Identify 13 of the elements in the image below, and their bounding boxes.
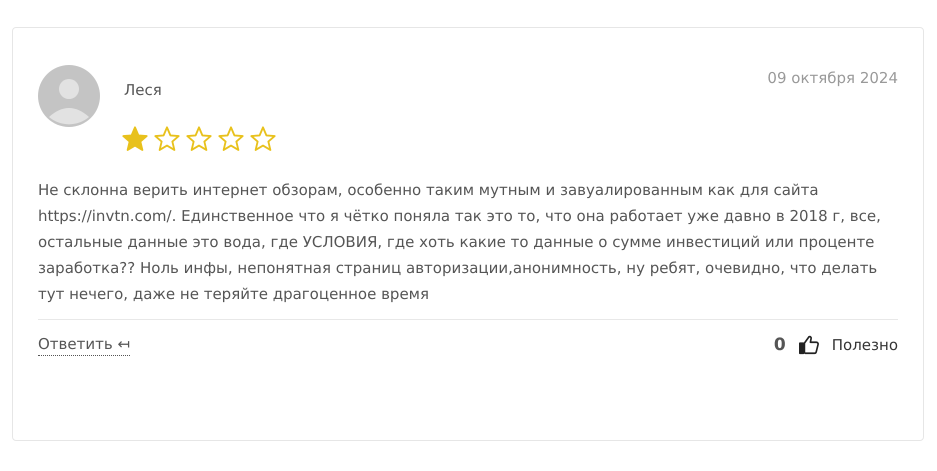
thumbs-up-icon[interactable] — [798, 334, 820, 356]
review-date: 09 октября 2024 — [767, 69, 898, 87]
reply-link[interactable]: Ответить ↤ — [38, 334, 130, 356]
star-icon — [185, 125, 213, 153]
author-name: Леся — [124, 81, 163, 99]
useful-label: Полезно — [832, 336, 898, 354]
star-icon — [153, 125, 181, 153]
like-count: 0 — [774, 335, 786, 355]
star-icon — [249, 125, 277, 153]
review-text: Не склонна верить интернет обзорам, особенно таким мутным и завуалированным как для сайта https://invtn.com/. Единственное что я чётко поняла так это то, что она работает уже давно в 2018 г, все, остальные данные это вода, где УСЛОВИЯ, где хоть какие то данные о сумме инвестиций или проценте заработка?? Ноль инфы, непонятная страниц авторизации,анонимность, ну ребят, очевидно, что делать тут нечего, даже не теряйте драгоценное время — [38, 177, 898, 320]
star-icon — [217, 125, 245, 153]
star-icon — [121, 125, 149, 153]
avatar-icon — [38, 65, 100, 127]
